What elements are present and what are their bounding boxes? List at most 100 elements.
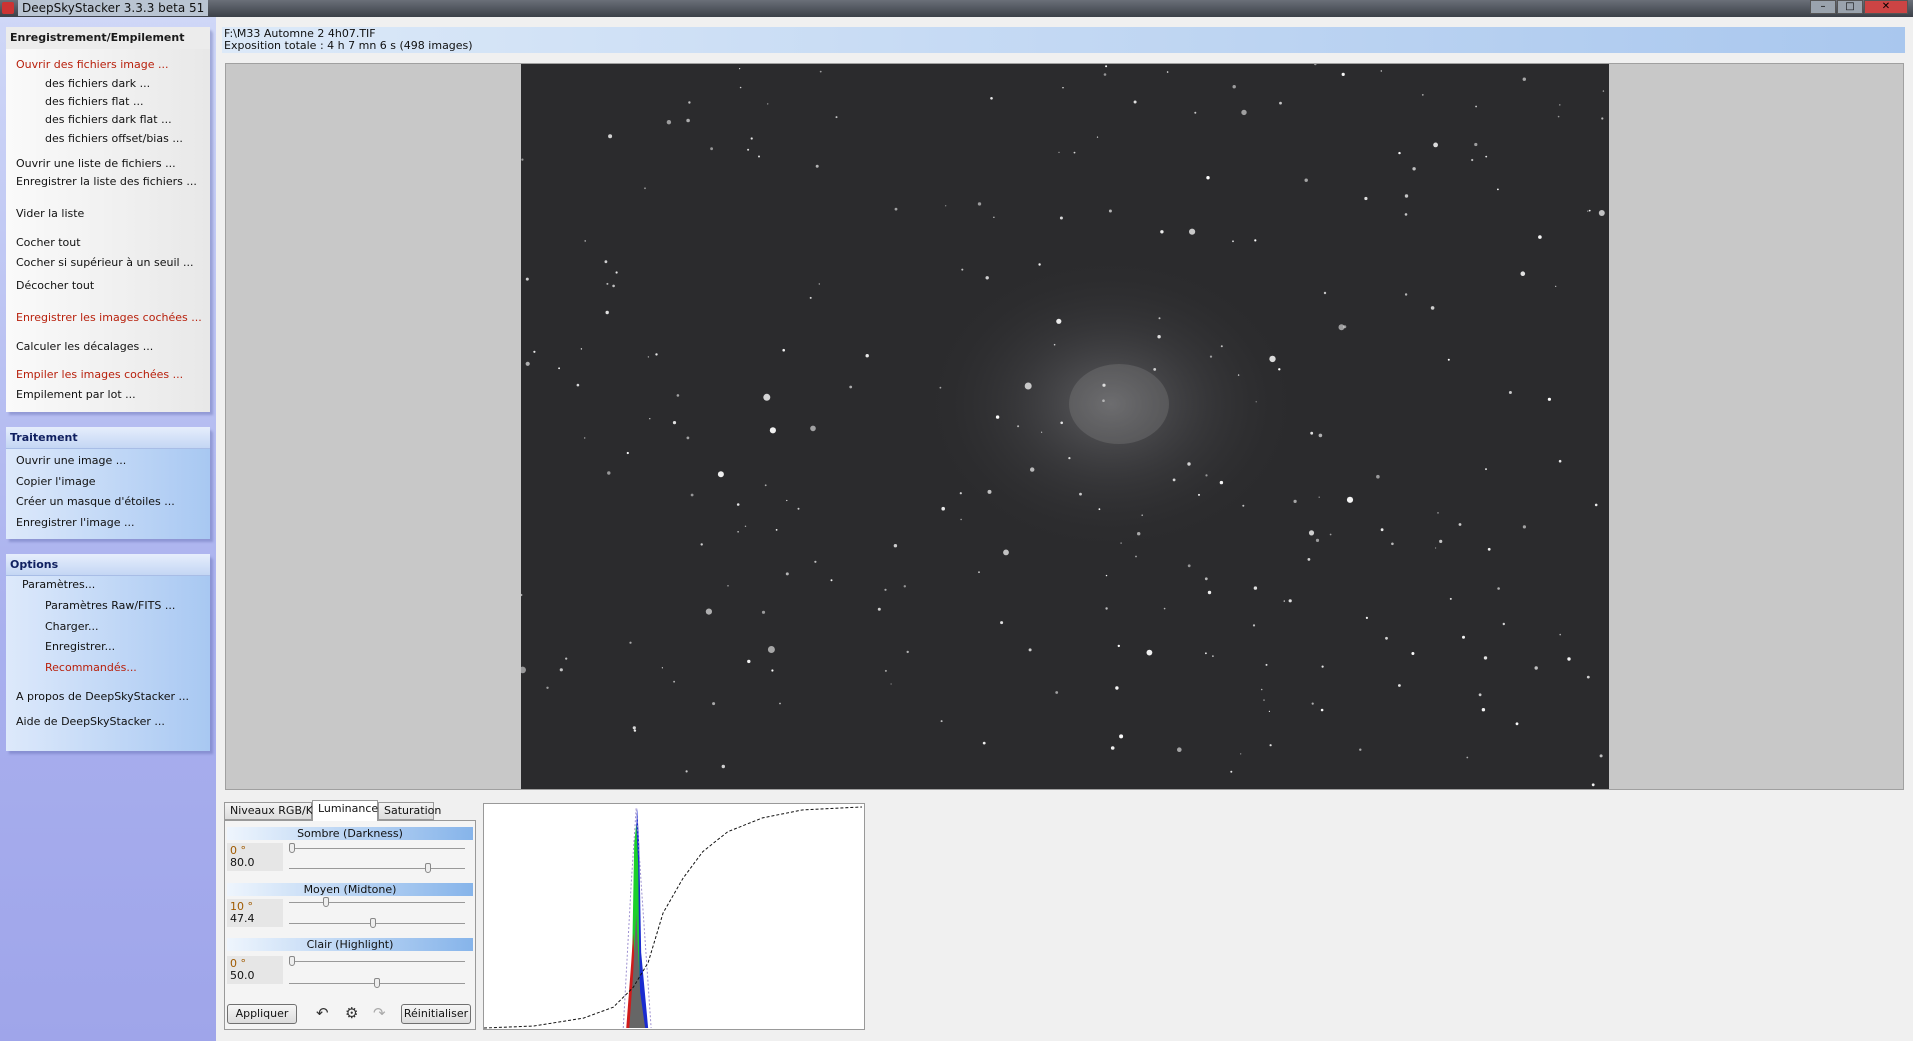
star [1073,151,1076,154]
sidebar-item[interactable]: Recommandés... [45,661,137,674]
image-viewer[interactable] [225,63,1904,790]
darkness-value-slider[interactable] [289,863,465,873]
tab-luminance[interactable]: Luminance [312,800,378,821]
highlight-angle-slider[interactable] [289,956,465,966]
star [1017,425,1020,428]
star [893,544,898,548]
star [1242,504,1245,507]
sidebar-item[interactable]: Charger... [45,620,98,633]
slider-thumb[interactable] [289,956,295,966]
star [1283,600,1285,602]
star [1098,508,1101,511]
reset-button[interactable]: Réinitialiser [401,1004,471,1024]
star [686,436,690,440]
star [1103,73,1107,76]
slider-thumb[interactable] [289,843,295,853]
sidebar-item[interactable]: Copier l'image [16,475,96,488]
star [1108,209,1112,213]
sidebar-item[interactable]: A propos de DeepSkyStacker ... [16,690,189,703]
star [688,101,691,104]
star [1601,117,1604,120]
star [1318,433,1323,438]
star [607,471,611,475]
star [1293,499,1297,503]
sidebar-item[interactable]: Empiler les images cochées ... [16,368,183,381]
sidebar-item[interactable]: Enregistrer les images cochées ... [16,311,202,324]
star [1471,158,1474,162]
star [1433,142,1438,148]
darkness-angle-slider[interactable] [289,843,465,853]
star [649,418,651,420]
midtone-value-slider[interactable] [289,918,465,928]
sidebar-item[interactable]: Empilement par lot ... [16,388,136,401]
sidebar-item[interactable]: Décocher tout [16,279,94,292]
midtone-angle-slider[interactable] [289,897,465,907]
window-title: DeepSkyStacker 3.3.3 beta 51 [18,0,209,16]
sidebar-item[interactable]: Paramètres... [22,578,95,591]
star [960,518,962,521]
star [739,86,742,89]
star [1053,343,1056,346]
sidebar-item[interactable]: Aide de DeepSkyStacker ... [16,715,165,728]
star [1240,753,1242,755]
highlight-value-slider[interactable] [289,978,465,988]
sidebar-item[interactable]: Ouvrir une image ... [16,454,126,467]
star [1318,496,1320,498]
minimize-button[interactable]: – [1810,0,1836,14]
sidebar-item[interactable]: Vider la liste [16,207,84,220]
sidebar-item[interactable]: des fichiers dark ... [45,77,150,90]
sidebar-item[interactable]: Enregistrer... [45,640,115,653]
star [1146,649,1153,656]
sidebar-item[interactable]: des fichiers dark flat ... [45,113,172,126]
star [1206,176,1210,180]
apply-button[interactable]: Appliquer [227,1004,297,1024]
star [1598,210,1605,216]
redo-icon[interactable]: ↷ [373,1004,386,1022]
undo-icon[interactable]: ↶ [316,1004,329,1022]
maximize-button[interactable]: □ [1837,0,1863,14]
sidebar-item[interactable]: Ouvrir une liste de fichiers ... [16,157,176,170]
star [1497,188,1499,191]
slider-thumb[interactable] [425,863,431,873]
star [1534,666,1538,670]
astro-image[interactable] [521,64,1609,789]
star [1586,675,1590,679]
settings-gear-icon[interactable]: ⚙ [345,1004,358,1022]
sidebar-item[interactable]: Calculer les décalages ... [16,340,153,353]
star [1241,109,1247,116]
star [1421,94,1424,96]
star [558,367,560,370]
star [690,493,694,497]
tab-saturation[interactable]: Saturation [378,802,441,820]
star [1520,271,1526,276]
star [1315,538,1320,542]
star [1483,656,1488,660]
darkness-value: 80.0 [230,856,255,869]
sidebar-item[interactable]: Enregistrer l'image ... [16,516,134,529]
sidebar-item[interactable]: Cocher tout [16,236,81,249]
sidebar-item[interactable]: Paramètres Raw/FITS ... [45,599,175,612]
star [1056,318,1062,324]
star [1219,480,1224,485]
slider-thumb[interactable] [374,978,380,988]
sidebar-item[interactable]: Créer un masque d'étoiles ... [16,495,175,508]
star [1204,577,1208,581]
star [1220,345,1223,348]
group-title: Options [6,554,210,576]
star [1567,657,1571,661]
star [1141,514,1143,516]
sidebar-item[interactable]: des fichiers flat ... [45,95,143,108]
slider-thumb[interactable] [369,918,376,928]
sidebar-item[interactable]: des fichiers offset/bias ... [45,132,183,145]
star [1105,607,1108,610]
star [521,593,523,597]
star [1435,547,1437,549]
slider-thumb[interactable] [323,897,329,907]
sidebar-item[interactable]: Enregistrer la liste des fichiers ... [16,175,197,188]
tab-rgb-levels[interactable]: Niveaux RGB/K [224,802,313,820]
close-button[interactable]: ✕ [1864,0,1908,14]
sidebar-item[interactable]: Ouvrir des fichiers image ... [16,58,169,71]
sidebar-item[interactable]: Cocher si supérieur à un seuil ... [16,256,194,269]
star [750,137,753,140]
star [606,282,609,285]
